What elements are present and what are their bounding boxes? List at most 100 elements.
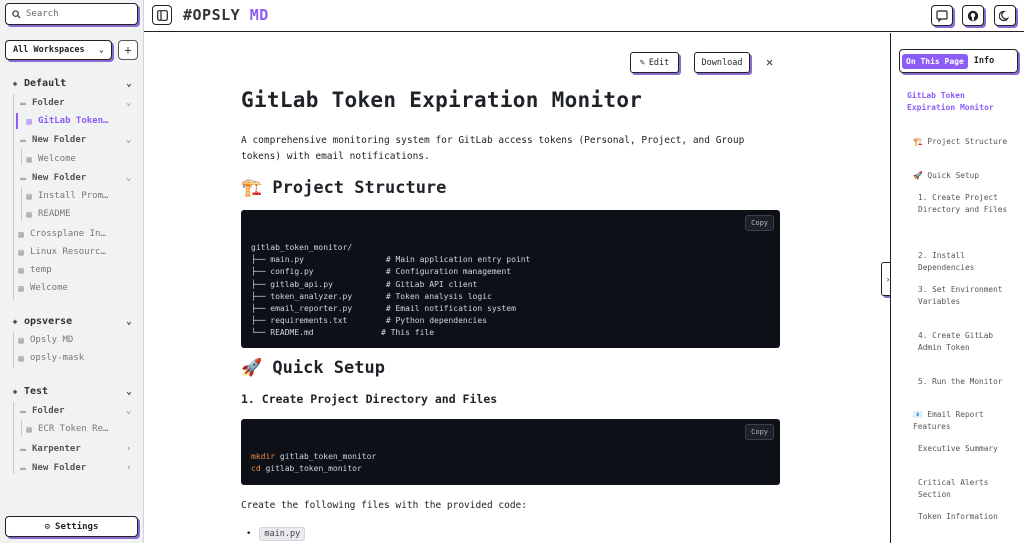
copy-button[interactable]: Copy <box>745 215 774 231</box>
layers-icon: ◈ <box>12 317 18 326</box>
search-icon <box>12 9 21 19</box>
workspace-name: Test <box>24 386 49 397</box>
file-icon: ▤ <box>26 209 32 219</box>
tree-file[interactable]: ▤ Welcome <box>16 283 68 293</box>
edit-button[interactable]: ✎ Edit <box>630 52 679 73</box>
copy-button[interactable]: Copy <box>745 424 774 440</box>
workspace-select-label: All Workspaces <box>13 45 85 55</box>
tree-file[interactable]: ▤ opsly-mask <box>16 353 85 363</box>
tree-folder[interactable]: ▭ New Folder › <box>18 463 132 473</box>
tree-file[interactable]: ▤ Linux Resourc… <box>16 247 106 257</box>
tree-item-label: GitLab Token… <box>38 116 109 126</box>
tree-item-label: Karpenter <box>32 444 81 454</box>
tree-file[interactable]: ▤ temp <box>16 265 52 275</box>
tree-item-label: README <box>38 209 71 219</box>
chevron-down-icon: ⌄ <box>126 406 132 416</box>
tree-file[interactable]: ▤ README <box>24 209 71 219</box>
workspace-default[interactable]: ◈ Default ⌄ <box>10 78 132 89</box>
code-arg: gitlab_token_monitor <box>260 464 362 474</box>
toc-title-link[interactable]: GitLab Token Expiration Monitor <box>907 90 1007 114</box>
code-keyword: mkdir <box>251 452 276 461</box>
file-icon: ▤ <box>26 191 32 201</box>
file-icon: ▤ <box>18 247 24 257</box>
toc-link[interactable]: 1. Create Project Directory and Files <box>918 192 1008 216</box>
tree-item-label: temp <box>30 265 52 275</box>
settings-button[interactable]: ⚙ Settings <box>5 516 138 537</box>
brand-name: #OPSLY <box>183 6 241 24</box>
code-content: gitlab_token_monitor/ ├── main.py # Main… <box>251 243 531 338</box>
heading-quick-setup: 🚀 Quick Setup <box>241 358 385 378</box>
tree-file-active[interactable]: ▤ GitLab Token… <box>24 116 109 126</box>
chat-icon <box>936 9 948 22</box>
folder-icon: ▭ <box>20 406 26 416</box>
toc-link[interactable]: 📧 Email Report Features <box>913 409 1013 433</box>
file-icon: ▤ <box>18 283 24 293</box>
tree-item-label: Welcome <box>30 283 68 293</box>
intro-paragraph: A comprehensive monitoring system for Gi… <box>241 135 745 162</box>
tree-file[interactable]: ▤ Opsly MD <box>16 335 74 345</box>
tree-folder[interactable]: ▭ Karpenter › <box>18 444 132 454</box>
file-icon: ▤ <box>18 229 24 239</box>
toc-link[interactable]: 🚀 Quick Setup <box>913 170 1013 182</box>
file-icon: ▤ <box>18 335 24 345</box>
toc-link[interactable]: Critical Alerts Section <box>918 477 1008 501</box>
tree-file[interactable]: ▤ Welcome <box>24 154 76 164</box>
settings-label: Settings <box>55 521 99 532</box>
heading-step-1: 1. Create Project Directory and Files <box>241 392 498 406</box>
chevron-right-icon: › <box>126 463 132 473</box>
folder-icon: ▭ <box>20 98 26 108</box>
code-block-commands: Copy mkdir gitlab_token_monitor cd gitla… <box>241 419 780 485</box>
tree-folder[interactable]: ▭ Folder ⌄ <box>18 98 132 108</box>
tree-file[interactable]: ▤ Install Prom… <box>24 191 109 201</box>
edit-label: Edit <box>648 57 670 68</box>
tree-item-label: Linux Resourc… <box>30 247 106 257</box>
toc-link[interactable]: 🏗️ Project Structure <box>913 136 1013 148</box>
chevron-down-icon: ⌄ <box>125 386 132 397</box>
toc-link[interactable]: Executive Summary <box>918 443 1008 455</box>
tree-item-label: Opsly MD <box>30 335 74 345</box>
heading-project-structure: 🏗️ Project Structure <box>241 178 447 198</box>
tree-item-label: New Folder <box>32 463 87 473</box>
list-item: • main.py <box>246 527 306 541</box>
folder-icon: ▭ <box>20 135 26 145</box>
bullet-dot: • <box>246 529 252 539</box>
add-workspace-button[interactable]: + <box>118 40 138 60</box>
toc-link[interactable]: Token Information <box>918 511 1008 523</box>
layers-icon: ◈ <box>12 79 18 88</box>
gear-icon: ⚙ <box>44 521 51 532</box>
tree-folder[interactable]: ▭ New Folder ⌄ <box>18 173 132 183</box>
tab-info[interactable]: Info <box>972 53 996 69</box>
workspace-name: opsverse <box>24 316 73 327</box>
download-button[interactable]: Download <box>694 52 750 73</box>
tab-on-this-page[interactable]: On This Page <box>902 53 968 69</box>
code-keyword: cd <box>251 464 261 474</box>
brand-logo: #OPSLY MD <box>183 6 269 24</box>
toc-link[interactable]: 5. Run the Monitor <box>918 376 1008 388</box>
tree-folder[interactable]: ▭ New Folder ⌄ <box>18 135 132 145</box>
search-box[interactable] <box>5 3 138 25</box>
tree-item-label: Folder <box>32 406 65 416</box>
tree-file[interactable]: ▤ Crossplane In… <box>16 229 106 239</box>
toc-link[interactable]: 2. Install Dependencies <box>918 250 1008 274</box>
tree-folder[interactable]: ▭ Folder ⌄ <box>18 406 132 416</box>
workspace-select[interactable]: All Workspaces ⌄ <box>5 40 112 60</box>
search-input[interactable] <box>26 9 126 19</box>
tree-item-label: New Folder <box>32 173 87 183</box>
tree-file[interactable]: ▤ ECR Token Re… <box>24 424 109 434</box>
chat-button[interactable] <box>931 5 953 26</box>
github-button[interactable] <box>962 5 984 26</box>
file-icon: ▤ <box>26 154 32 164</box>
workspace-test[interactable]: ◈ Test ⌄ <box>10 386 132 397</box>
file-icon: ▤ <box>26 424 32 434</box>
toc-link[interactable]: 3. Set Environment Variables <box>918 284 1008 308</box>
theme-toggle-button[interactable] <box>994 5 1016 26</box>
sidebar-toggle-button[interactable] <box>152 5 172 25</box>
close-icon[interactable]: ✕ <box>766 55 773 69</box>
file-icon: ▤ <box>26 116 32 126</box>
tree-item-label: Folder <box>32 98 65 108</box>
workspace-opsverse[interactable]: ◈ opsverse ⌄ <box>10 316 132 327</box>
chevron-down-icon: ⌄ <box>125 316 132 327</box>
folder-icon: ▭ <box>20 444 26 454</box>
toc-link[interactable]: 4. Create GitLab Admin Token <box>918 330 1008 354</box>
file-icon: ▤ <box>18 353 24 363</box>
